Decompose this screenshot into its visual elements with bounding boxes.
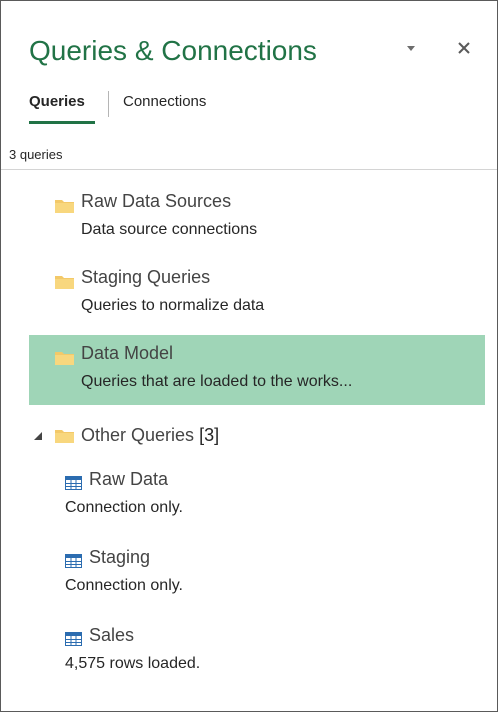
close-icon[interactable] (453, 37, 477, 61)
query-status: 4,575 rows loaded. (65, 655, 201, 672)
query-status: Connection only. (65, 577, 183, 594)
query-staging[interactable]: Staging Connection only. (65, 541, 485, 611)
query-sales[interactable]: Sales 4,575 rows loaded. (65, 619, 485, 689)
folder-icon (55, 276, 74, 289)
group-description: Queries that are loaded to the works... (81, 373, 353, 390)
table-icon (65, 632, 82, 646)
group-staging-queries[interactable]: Staging Queries Queries to normalize dat… (29, 259, 485, 329)
query-raw-data[interactable]: Raw Data Connection only. (65, 463, 485, 533)
folder-icon (55, 430, 74, 443)
query-name: Staging (89, 547, 151, 567)
expand-triangle-icon[interactable] (33, 431, 43, 441)
group-count: [3] (199, 425, 220, 445)
group-name: Data Model (81, 343, 174, 363)
group-other-queries[interactable]: Other Queries [3] (29, 419, 485, 453)
pane-header: Queries & Connections (29, 35, 497, 75)
active-tab-indicator (29, 121, 95, 124)
group-name-label: Other Queries (81, 425, 195, 445)
group-description: Data source connections (81, 221, 258, 238)
query-count: 3 queries (9, 147, 63, 162)
group-data-model[interactable]: Data Model Queries that are loaded to th… (29, 335, 485, 405)
pane-title: Queries & Connections (29, 35, 317, 66)
tab-connections[interactable]: Connections (123, 93, 206, 110)
group-raw-data-sources[interactable]: Raw Data Sources Data source connections (29, 183, 485, 253)
tab-divider (108, 91, 109, 117)
group-description: Queries to normalize data (81, 297, 265, 314)
query-name: Raw Data (89, 469, 169, 489)
group-name: Staging Queries (81, 267, 211, 287)
folder-icon (55, 200, 74, 213)
folder-icon (55, 352, 74, 365)
table-icon (65, 476, 82, 490)
query-name: Sales (89, 625, 135, 645)
tab-bar: Queries Connections (29, 91, 329, 127)
tab-queries[interactable]: Queries (29, 93, 85, 110)
divider (1, 169, 497, 170)
table-icon (65, 554, 82, 568)
queries-connections-pane: Queries & Connections Queries Connection… (0, 0, 498, 712)
chevron-down-icon[interactable] (401, 43, 421, 55)
query-status: Connection only. (65, 499, 183, 516)
group-name: Other Queries [3] (81, 425, 219, 446)
group-name: Raw Data Sources (81, 191, 232, 211)
